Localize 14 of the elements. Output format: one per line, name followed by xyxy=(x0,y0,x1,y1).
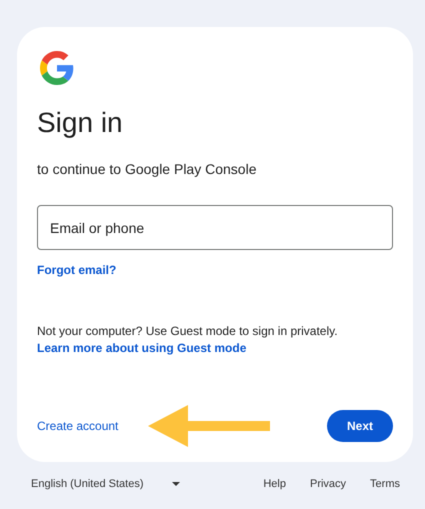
page-title: Sign in xyxy=(37,106,124,140)
footer-link[interactable]: Terms xyxy=(370,478,400,490)
footer-link[interactable]: Privacy xyxy=(310,478,346,490)
google-logo-icon xyxy=(40,51,74,85)
language-select[interactable]: English (United States) xyxy=(31,478,180,490)
caret-icon xyxy=(172,482,180,486)
subtitle: to continue to Google Play Console xyxy=(37,160,258,179)
footer-link[interactable]: Help xyxy=(263,478,286,490)
next-button[interactable]: Next xyxy=(327,410,393,442)
guest-mode-notice: Not your computer? Use Guest mode to sign in privately. Learn more about using Guest mode xyxy=(37,323,339,357)
forgot-email-link[interactable]: Forgot email? xyxy=(37,263,116,277)
email-field[interactable]: Email or phone xyxy=(37,205,393,250)
guest-mode-link[interactable]: Learn more about using Guest mode xyxy=(37,341,246,355)
create-account-link[interactable]: Create account xyxy=(37,419,118,433)
